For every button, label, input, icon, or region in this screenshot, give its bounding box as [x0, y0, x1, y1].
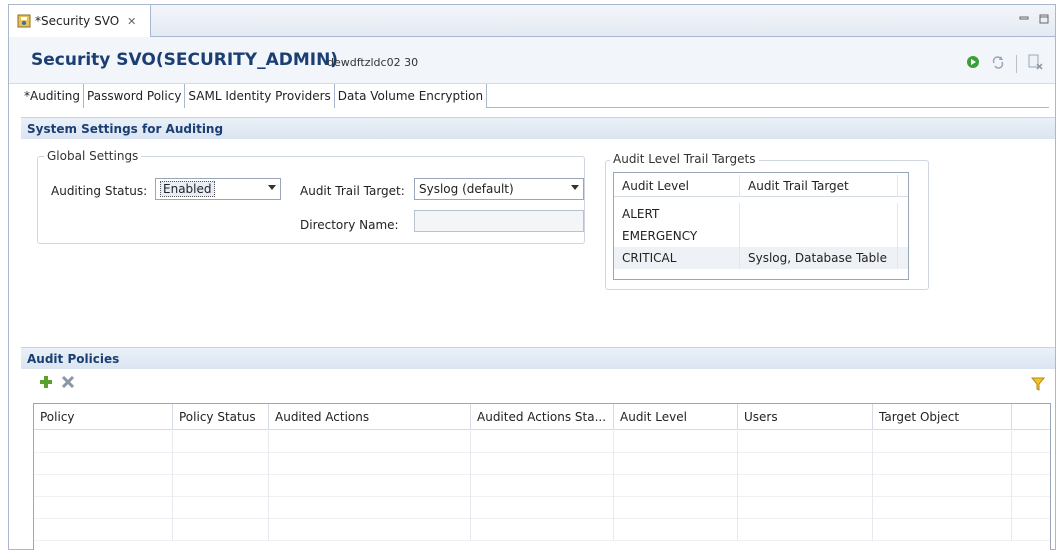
column-header-audit-level[interactable]: Audit Level: [614, 404, 738, 430]
column-header-policy[interactable]: Policy: [34, 404, 173, 430]
audit-policies-section-title: Audit Policies: [21, 347, 1055, 369]
audit-trail-target-label: Audit Trail Target:: [300, 184, 405, 198]
table-row[interactable]: EMERGENCY: [614, 225, 908, 247]
column-header-audited-actions-status[interactable]: Audited Actions Sta...: [471, 404, 614, 430]
close-editor-icon[interactable]: [1027, 54, 1043, 73]
add-icon[interactable]: [39, 375, 53, 392]
tab-auditing[interactable]: *Auditing: [21, 84, 85, 108]
table-row: [34, 431, 1050, 453]
maximize-icon[interactable]: [1039, 13, 1049, 27]
column-header-audit-trail-target[interactable]: Audit Trail Target: [740, 175, 898, 197]
refresh-icon[interactable]: [990, 54, 1006, 73]
tab-password-policy[interactable]: Password Policy: [84, 84, 186, 108]
system-subtitle: dewdftzldc02 30: [327, 56, 419, 69]
table-row: [34, 453, 1050, 475]
header-toolbar: [966, 54, 1043, 73]
audit-trail-target-cell: [740, 225, 898, 247]
table-row[interactable]: ALERT: [614, 203, 908, 225]
table-row: [34, 497, 1050, 519]
directory-name-field[interactable]: [414, 210, 584, 232]
table-header-row: Audit Level Audit Trail Target: [614, 175, 908, 197]
table-row: [34, 519, 1050, 541]
tab-data-volume-encryption[interactable]: Data Volume Encryption: [334, 84, 488, 108]
activate-icon[interactable]: [966, 55, 980, 72]
column-header-target-object[interactable]: Target Object: [873, 404, 1012, 430]
security-editor-icon: [17, 14, 31, 28]
table-row[interactable]: CRITICAL Syslog, Database Table: [614, 247, 908, 269]
filter-icon[interactable]: [1030, 377, 1046, 394]
column-header-audit-level[interactable]: Audit Level: [614, 175, 740, 197]
audit-level-cell: EMERGENCY: [614, 225, 740, 247]
audit-trail-target-cell: [740, 203, 898, 225]
editor-tab[interactable]: *Security SVO ✕: [9, 5, 151, 37]
table-header-row: Policy Policy Status Audited Actions Aud…: [34, 404, 1050, 430]
chevron-down-icon: [571, 185, 579, 190]
editor-tab-title: *Security SVO: [35, 14, 120, 28]
global-settings-label: Global Settings: [44, 149, 142, 163]
close-icon[interactable]: ✕: [127, 15, 136, 28]
auditing-status-dropdown[interactable]: Enabled: [155, 178, 281, 200]
page-title: Security SVO(SECURITY_ADMIN): [31, 50, 339, 70]
directory-name-label: Directory Name:: [300, 218, 399, 232]
table-row: [34, 475, 1050, 497]
minimize-icon[interactable]: [1019, 13, 1029, 27]
audit-policies-table: Policy Policy Status Audited Actions Aud…: [33, 403, 1051, 550]
editor-header: Security SVO(SECURITY_ADMIN) dewdftzldc0…: [9, 37, 1055, 84]
tab-saml-identity-providers[interactable]: SAML Identity Providers: [185, 84, 335, 108]
audit-level-cell: CRITICAL: [614, 247, 740, 269]
editor-subtabs: *Auditing Password Policy SAML Identity …: [21, 84, 1049, 108]
toolbar-separator: [1016, 54, 1017, 73]
audit-level-targets-label: Audit Level Trail Targets: [610, 152, 759, 166]
audit-trail-target-cell: Syslog, Database Table: [740, 247, 898, 269]
auditing-status-label: Auditing Status:: [51, 184, 148, 198]
audit-level-cell: ALERT: [614, 203, 740, 225]
audit-trail-target-dropdown[interactable]: Syslog (default): [414, 178, 584, 200]
editor-tab-strip: *Security SVO ✕: [9, 5, 1055, 37]
auditing-status-value: Enabled: [160, 181, 215, 197]
column-header-audited-actions[interactable]: Audited Actions: [269, 404, 471, 430]
audit-trail-target-value: Syslog (default): [419, 182, 514, 196]
column-header-policy-status[interactable]: Policy Status: [173, 404, 269, 430]
system-settings-section-title: System Settings for Auditing: [21, 117, 1055, 139]
column-header-users[interactable]: Users: [738, 404, 873, 430]
chevron-down-icon: [268, 185, 276, 190]
editor-window: *Security SVO ✕ Security SVO(SECURITY_AD…: [8, 4, 1056, 550]
delete-icon[interactable]: [61, 375, 75, 392]
audit-level-targets-table: Audit Level Audit Trail Target ALERT EME…: [613, 172, 909, 280]
